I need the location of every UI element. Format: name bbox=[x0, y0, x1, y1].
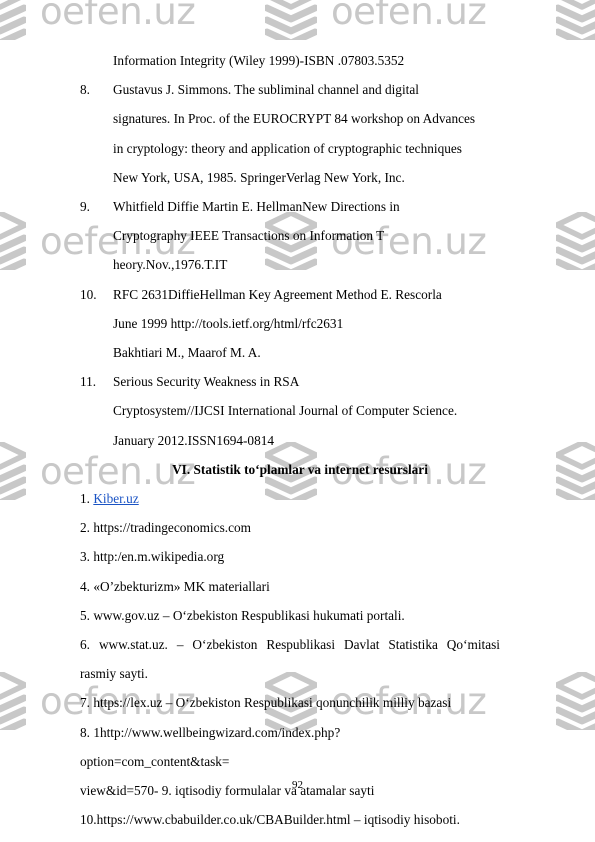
resource-number-1: 1. bbox=[80, 491, 90, 507]
resource-text-7: https://lex.uz – O‘zbekiston Respublikas… bbox=[93, 695, 452, 711]
stacked-layers-icon bbox=[263, 0, 319, 47]
watermark-tile: oefen.uz bbox=[0, 0, 196, 47]
reference-text-9-line-2: Cryptography IEEE Transactions on Inform… bbox=[113, 228, 385, 244]
reference-text-10-line-3: Bakhtiari M., Maarof M. A. bbox=[113, 345, 261, 361]
resource-item-3: 3. http:/en.m.wikipedia.org bbox=[80, 542, 500, 571]
reference-item-9: 9. Whitfield Diffie Martin E. HellmanNew… bbox=[80, 192, 500, 280]
reference-text-8-line-1: Gustavus J. Simmons. The subliminal chan… bbox=[113, 82, 419, 98]
stacked-layers-icon bbox=[0, 0, 28, 47]
resource-number-5: 5. bbox=[80, 607, 90, 623]
stacked-layers-icon bbox=[0, 670, 28, 737]
resource-number-7: 7. bbox=[80, 695, 90, 711]
reference-number-11: 11. bbox=[80, 374, 97, 390]
stacked-layers-icon bbox=[554, 210, 595, 277]
resource-text-2: https://tradingeconomics.com bbox=[93, 520, 251, 536]
reference-text-11-line-1: Serious Security Weakness in RSA bbox=[113, 374, 300, 390]
stacked-layers-icon bbox=[0, 210, 28, 277]
stacked-layers-icon bbox=[0, 440, 28, 507]
stacked-layers-icon bbox=[0, 210, 28, 277]
resource-link-kiber-uz[interactable]: Kiber.uz bbox=[93, 491, 138, 506]
page-number: 92 bbox=[292, 779, 303, 791]
watermark-text: oefen.uz bbox=[40, 0, 196, 33]
stacked-layers-icon bbox=[0, 0, 28, 47]
watermark-tile: oefen.uz bbox=[554, 670, 595, 737]
stacked-layers-icon bbox=[554, 440, 595, 507]
stacked-layers-icon bbox=[554, 0, 595, 47]
resource-text-8: 1http://www.wellbeingwizard.com/index.ph… bbox=[93, 724, 341, 740]
reference-item-8: 8. Gustavus J. Simmons. The subliminal c… bbox=[80, 75, 500, 192]
stacked-layers-icon bbox=[554, 440, 595, 507]
section-heading-resources: VI. Statistik to‘plamlar va internet res… bbox=[172, 461, 428, 477]
resource-item-1: 1. Kiber.uz bbox=[80, 484, 500, 513]
resource-number-3: 3. bbox=[80, 549, 90, 565]
resource-item-10: 10.https://www.cbabuilder.co.uk/CBABuild… bbox=[80, 805, 500, 834]
reference-number-10: 10. bbox=[80, 286, 97, 302]
resource-item-8: 8. 1http://www.wellbeingwizard.com/index… bbox=[80, 718, 500, 747]
watermark-tile: oefen.uz bbox=[554, 0, 595, 47]
resource-item-4: 4. «O’zbekturizm» MK materiallari bbox=[80, 572, 500, 601]
resource-number-8: 8. bbox=[80, 724, 90, 740]
reference-orphan-line: Information Integrity (Wiley 1999)-ISBN … bbox=[113, 53, 405, 68]
reference-text-11-line-2: Cryptosystem//IJCSI International Journa… bbox=[113, 403, 458, 419]
resource-number-2: 2. bbox=[80, 520, 90, 536]
watermark-tile: oefen.uz bbox=[263, 0, 487, 47]
resource-item-6: 6. www.stat.uz. – O‘zbekiston Respublika… bbox=[80, 630, 500, 688]
stacked-layers-icon bbox=[0, 440, 28, 507]
stacked-layers-icon bbox=[554, 670, 595, 737]
resource-item-5: 5. www.gov.uz – O‘zbekiston Respublikasi… bbox=[80, 601, 500, 630]
resource-text-10: https://www.cbabuilder.co.uk/CBABuilder.… bbox=[96, 812, 460, 828]
references-list: Information Integrity (Wiley 1999)-ISBN … bbox=[80, 46, 500, 834]
reference-item-10: 10. RFC 2631DiffieHellman Key Agreement … bbox=[80, 280, 500, 368]
reference-item-11: 11. Serious Security Weakness in RSA Cry… bbox=[80, 367, 500, 455]
stacked-layers-icon bbox=[0, 670, 28, 737]
reference-text-10-line-1: RFC 2631DiffieHellman Key Agreement Meth… bbox=[113, 286, 442, 302]
watermark-tile: oefen.uz bbox=[554, 210, 595, 277]
reference-text-11-line-3: January 2012.ISSN1694-0814 bbox=[113, 432, 275, 448]
document-page: oefen.uz oefen.uz oefen.uz oefen.uz oefe… bbox=[0, 0, 595, 842]
resource-continuation-line-1: option=com_content&task= bbox=[80, 753, 230, 769]
reference-text-10-line-2: June 1999 http://tools.ietf.org/html/rfc… bbox=[113, 315, 344, 331]
stacked-layers-icon bbox=[554, 670, 595, 737]
resource-number-4: 4. bbox=[80, 578, 90, 594]
resource-text-4: «O’zbekturizm» MK materiallari bbox=[93, 578, 270, 594]
reference-text-9-line-1: Whitfield Diffie Martin E. HellmanNew Di… bbox=[113, 199, 400, 215]
reference-number-9: 9. bbox=[80, 199, 90, 215]
resource-number-6: 6. bbox=[80, 637, 90, 653]
resource-item-2: 2. https://tradingeconomics.com bbox=[80, 513, 500, 542]
stacked-layers-icon bbox=[554, 0, 595, 47]
stacked-layers-icon bbox=[263, 0, 319, 47]
resource-item-7: 7. https://lex.uz – O‘zbekiston Respubli… bbox=[80, 688, 500, 717]
reference-text-8-line-4: New York, USA, 1985. SpringerVerlag New … bbox=[113, 169, 405, 185]
reference-number-8: 8. bbox=[80, 82, 90, 98]
reference-text-9-line-3: heory.Nov.,1976.T.IT bbox=[113, 257, 228, 273]
watermark-tile: oefen.uz bbox=[554, 440, 595, 507]
resource-text-6: www.stat.uz. – O‘zbekiston Respublikasi … bbox=[80, 637, 500, 682]
resource-text-5: www.gov.uz – O‘zbekiston Respublikasi hu… bbox=[93, 607, 405, 623]
resource-text-3: http:/en.m.wikipedia.org bbox=[93, 549, 225, 565]
resource-number-10: 10. bbox=[80, 812, 97, 828]
watermark-text: oefen.uz bbox=[331, 0, 487, 33]
stacked-layers-icon bbox=[554, 210, 595, 277]
reference-text-8-line-2: signatures. In Proc. of the EUROCRYPT 84… bbox=[113, 111, 476, 127]
reference-text-8-line-3: in cryptology: theory and application of… bbox=[113, 140, 462, 156]
